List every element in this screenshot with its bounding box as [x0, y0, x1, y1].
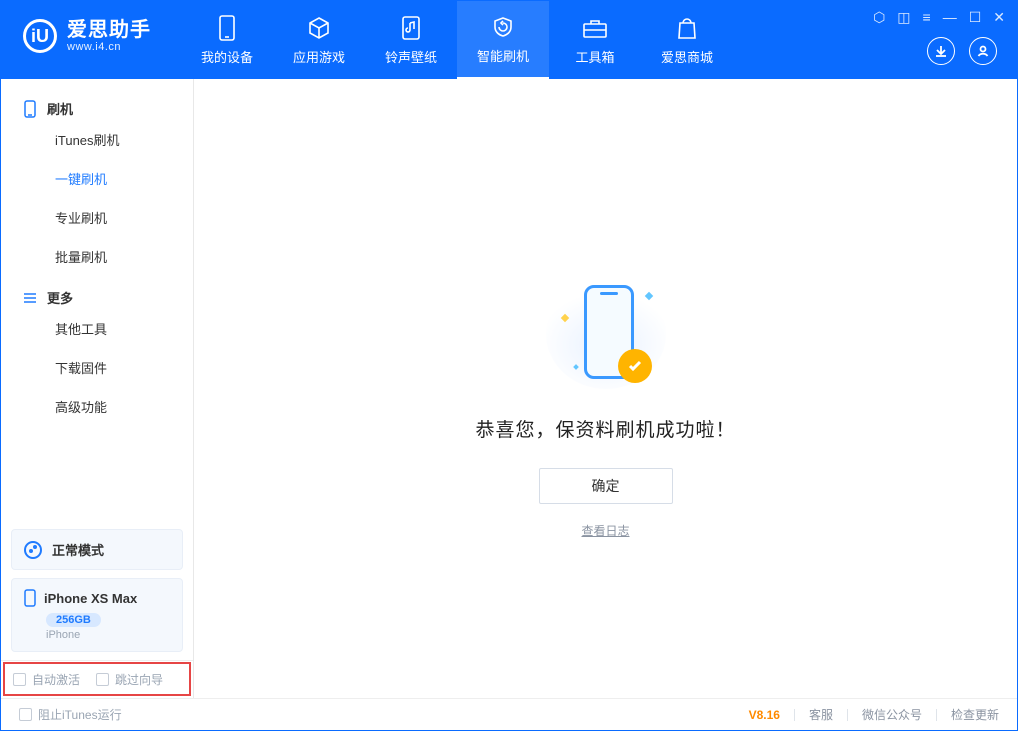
- split-icon[interactable]: ◫: [897, 9, 910, 26]
- header-actions: [927, 37, 997, 65]
- checkbox-icon: [13, 673, 26, 686]
- main-content: 恭喜您，保资料刷机成功啦！ 确定 查看日志: [194, 79, 1017, 698]
- divider: [794, 709, 795, 721]
- main-nav: 我的设备 应用游戏 铃声壁纸 智能刷机 工具箱 爱思商城: [181, 1, 733, 79]
- music-file-icon: [398, 15, 424, 41]
- sidebar-item-itunes-flash[interactable]: iTunes刷机: [1, 120, 193, 159]
- account-button[interactable]: [969, 37, 997, 65]
- logo-icon: iU: [23, 19, 57, 53]
- nav-my-device[interactable]: 我的设备: [181, 1, 273, 79]
- refresh-shield-icon: [490, 14, 516, 40]
- footer-link-wechat[interactable]: 微信公众号: [862, 706, 922, 723]
- app-header: iU 爱思助手 www.i4.cn 我的设备 应用游戏 铃声壁纸 智能刷机 工具…: [1, 1, 1017, 79]
- app-body: 刷机 iTunes刷机 一键刷机 专业刷机 批量刷机 更多 其他工具 下载固件 …: [1, 79, 1017, 698]
- checkbox-label: 阻止iTunes运行: [38, 706, 122, 723]
- minimize-icon[interactable]: —: [943, 9, 957, 26]
- checkbox-icon: [96, 673, 109, 686]
- sidebar-item-pro-flash[interactable]: 专业刷机: [1, 198, 193, 237]
- sidebar-section-more: 更多: [1, 276, 193, 309]
- device-mode-card[interactable]: 正常模式: [11, 529, 183, 570]
- divider: [847, 709, 848, 721]
- nav-label: 我的设备: [201, 47, 253, 66]
- checkbox-auto-activate[interactable]: 自动激活: [13, 671, 80, 688]
- mode-icon: [24, 541, 42, 559]
- device-card[interactable]: iPhone XS Max 256GB iPhone: [11, 578, 183, 652]
- success-illustration: [546, 279, 666, 389]
- cube-icon: [306, 15, 332, 41]
- success-panel: 恭喜您，保资料刷机成功啦！ 确定 查看日志: [194, 279, 1017, 539]
- sidebar-item-download-firmware[interactable]: 下载固件: [1, 348, 193, 387]
- toolbox-icon: [582, 15, 608, 41]
- sidebar-item-advanced[interactable]: 高级功能: [1, 387, 193, 426]
- version-label: V8.16: [749, 708, 780, 722]
- device-capacity: 256GB: [46, 613, 101, 627]
- phone-icon: [24, 589, 36, 607]
- nav-label: 铃声壁纸: [385, 47, 437, 66]
- nav-toolbox[interactable]: 工具箱: [549, 1, 641, 79]
- check-badge-icon: [618, 349, 652, 383]
- nav-label: 智能刷机: [477, 46, 529, 65]
- sidebar-section-flash: 刷机: [1, 87, 193, 120]
- ok-button[interactable]: 确定: [539, 468, 673, 504]
- section-label: 刷机: [47, 99, 73, 118]
- app-title: 爱思助手: [67, 19, 151, 41]
- divider: [936, 709, 937, 721]
- nav-store[interactable]: 爱思商城: [641, 1, 733, 79]
- app-subtitle: www.i4.cn: [67, 41, 151, 53]
- device-name-row: iPhone XS Max: [24, 589, 170, 607]
- logo: iU 爱思助手 www.i4.cn: [1, 1, 171, 53]
- nav-ringtones[interactable]: 铃声壁纸: [365, 1, 457, 79]
- footer-link-update[interactable]: 检查更新: [951, 706, 999, 723]
- device-type: iPhone: [46, 629, 170, 641]
- nav-apps[interactable]: 应用游戏: [273, 1, 365, 79]
- sidebar-bottom-options: 自动激活 跳过向导: [1, 660, 193, 698]
- window-controls: ⬡ ◫ ≡ — ☐ ✕: [873, 9, 1005, 26]
- download-button[interactable]: [927, 37, 955, 65]
- sidebar: 刷机 iTunes刷机 一键刷机 专业刷机 批量刷机 更多 其他工具 下载固件 …: [1, 79, 194, 698]
- checkbox-label: 跳过向导: [115, 671, 163, 688]
- close-icon[interactable]: ✕: [993, 9, 1005, 26]
- checkbox-block-itunes[interactable]: 阻止iTunes运行: [19, 706, 122, 723]
- bag-icon: [674, 15, 700, 41]
- checkbox-skip-guide[interactable]: 跳过向导: [96, 671, 163, 688]
- mode-label: 正常模式: [52, 540, 104, 559]
- list-icon: [23, 291, 37, 305]
- footer-right: V8.16 客服 微信公众号 检查更新: [749, 706, 999, 723]
- section-label: 更多: [47, 288, 73, 307]
- footer-link-support[interactable]: 客服: [809, 706, 833, 723]
- device-name: iPhone XS Max: [44, 591, 137, 606]
- nav-flash[interactable]: 智能刷机: [457, 1, 549, 79]
- nav-label: 工具箱: [575, 47, 614, 66]
- checkbox-icon: [19, 708, 32, 721]
- maximize-icon[interactable]: ☐: [969, 9, 982, 26]
- checkbox-label: 自动激活: [32, 671, 80, 688]
- phone-icon: [23, 100, 37, 118]
- nav-label: 应用游戏: [293, 47, 345, 66]
- success-message: 恭喜您，保资料刷机成功啦！: [475, 415, 735, 442]
- sidebar-item-batch-flash[interactable]: 批量刷机: [1, 237, 193, 276]
- logo-text: 爱思助手 www.i4.cn: [67, 19, 151, 53]
- sidebar-item-oneclick-flash[interactable]: 一键刷机: [1, 159, 193, 198]
- nav-label: 爱思商城: [661, 47, 713, 66]
- footer-left: 阻止iTunes运行: [19, 706, 122, 723]
- sidebar-scroll: 刷机 iTunes刷机 一键刷机 专业刷机 批量刷机 更多 其他工具 下载固件 …: [1, 79, 193, 529]
- device-icon: [214, 15, 240, 41]
- menu-icon[interactable]: ≡: [923, 9, 931, 26]
- view-log-link[interactable]: 查看日志: [581, 522, 629, 539]
- shirt-icon[interactable]: ⬡: [873, 9, 885, 26]
- status-bar: 阻止iTunes运行 V8.16 客服 微信公众号 检查更新: [1, 698, 1017, 730]
- sidebar-item-other-tools[interactable]: 其他工具: [1, 309, 193, 348]
